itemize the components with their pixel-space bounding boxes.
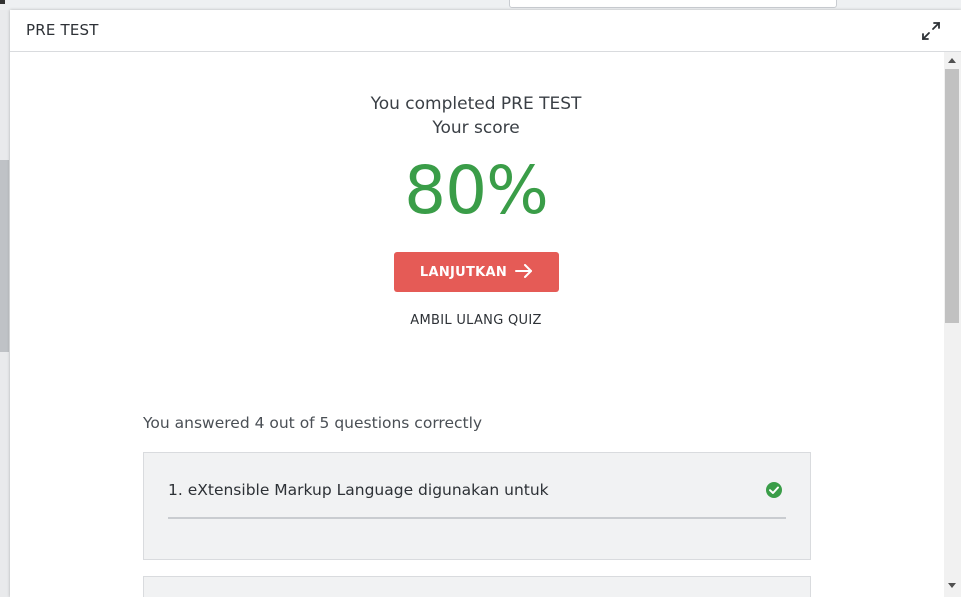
retake-quiz-button[interactable]: AMBIL ULANG QUIZ: [10, 313, 942, 328]
quiz-result-modal: PRE TEST You completed PRE TEST Your sco…: [10, 10, 961, 597]
scrollbar-thumb[interactable]: [945, 69, 959, 323]
expand-icon[interactable]: [920, 20, 942, 42]
modal-content: You completed PRE TEST Your score 80% LA…: [10, 52, 944, 597]
arrow-right-icon: [515, 263, 533, 281]
background-popup-edge: [509, 0, 837, 8]
completed-message: You completed PRE TEST: [370, 94, 582, 114]
scrollbar[interactable]: [944, 52, 961, 597]
background-scrollbar: [0, 160, 9, 352]
answers-summary: You answered 4 out of 5 questions correc…: [143, 414, 483, 432]
modal-title: PRE TEST: [26, 21, 99, 39]
question-text: 1. eXtensible Markup Language digunakan …: [168, 481, 549, 499]
score-value: 80%: [404, 152, 549, 229]
question-card[interactable]: 1. eXtensible Markup Language digunakan …: [143, 452, 811, 560]
background-corner-mark: [0, 0, 5, 4]
scroll-down-icon[interactable]: [948, 583, 956, 588]
score-label: Your score: [432, 118, 520, 138]
continue-button-label: LANJUTKAN: [419, 264, 508, 280]
continue-button[interactable]: LANJUTKAN: [394, 252, 559, 292]
scroll-up-icon[interactable]: [948, 58, 956, 63]
question-divider: [168, 517, 786, 519]
question-card[interactable]: [143, 576, 811, 597]
check-circle-icon: [765, 481, 783, 499]
modal-header: PRE TEST: [10, 10, 961, 52]
